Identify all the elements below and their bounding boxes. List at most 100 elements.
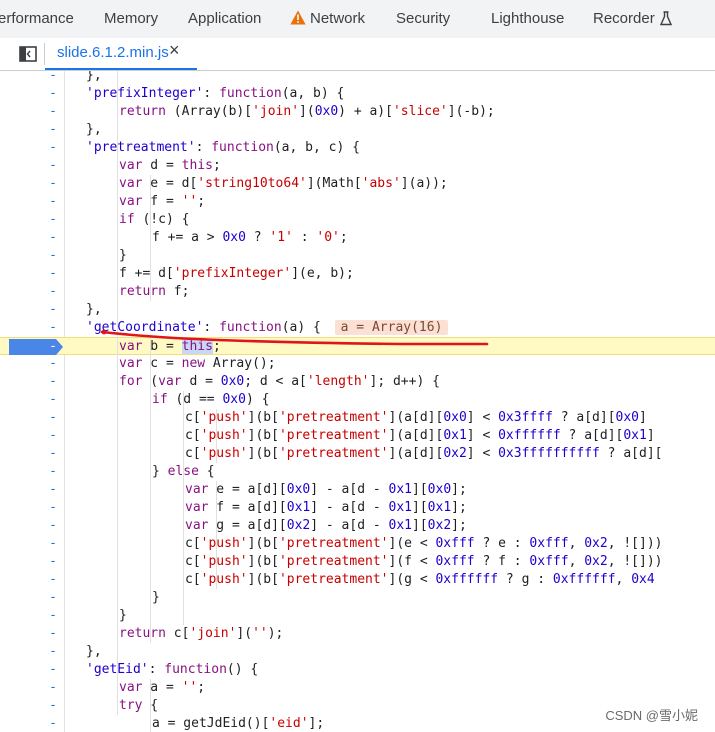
code-line[interactable]: - c['push'](b['pretreatment'](a[d][0x1] <…: [0, 427, 715, 445]
code-line[interactable]: - return c['join']('');: [0, 625, 715, 643]
code-text: 'getCoordinate': function(a) { a = Array…: [86, 319, 449, 337]
devtools-tab-bar: erformance Memory Application Network Se…: [0, 0, 715, 39]
code-text: var e = d['string10to64'](Math['abs'](a)…: [119, 176, 448, 191]
code-text: c['push'](b['pretreatment'](g < 0xffffff…: [185, 572, 655, 587]
line-number[interactable]: -: [48, 481, 58, 499]
line-number[interactable]: -: [48, 265, 58, 283]
code-text: var d = this;: [119, 158, 221, 173]
code-line[interactable]: -},: [0, 121, 715, 139]
code-line[interactable]: - c['push'](b['pretreatment'](f < 0xfff ?…: [0, 553, 715, 571]
code-line[interactable]: - if (d == 0x0) {: [0, 391, 715, 409]
code-line[interactable]: - 'prefixInteger': function(a, b) {: [0, 85, 715, 103]
code-line[interactable]: - for (var d = 0x0; d < a['length']; d++)…: [0, 373, 715, 391]
code-line[interactable]: - c['push'](b['pretreatment'](a[d][0x2] <…: [0, 445, 715, 463]
tab-memory[interactable]: Memory: [104, 0, 158, 38]
line-number[interactable]: -: [48, 625, 58, 643]
code-text: c['push'](b['pretreatment'](a[d][0x0] < …: [185, 410, 647, 425]
line-number[interactable]: -: [48, 301, 58, 319]
code-text: var a = '';: [119, 680, 206, 695]
code-line[interactable]: -}: [0, 589, 715, 607]
line-number[interactable]: -: [48, 391, 58, 409]
close-icon[interactable]: ×: [169, 40, 180, 61]
code-text: },: [86, 71, 102, 83]
code-text: }: [119, 608, 127, 623]
code-line[interactable]: - 'getCoordinate': function(a) { a = Arra…: [0, 319, 715, 337]
code-line[interactable]: -} else {: [0, 463, 715, 481]
code-line[interactable]: - c['push'](b['pretreatment'](e < 0xfff ?…: [0, 535, 715, 553]
code-text: try {: [119, 698, 159, 713]
tab-network-label: Network: [310, 10, 366, 27]
line-number[interactable]: -: [48, 211, 58, 229]
toggle-navigator-icon[interactable]: [19, 46, 37, 62]
line-number[interactable]: -: [48, 715, 58, 732]
tab-application[interactable]: Application: [188, 0, 261, 38]
line-number[interactable]: -: [48, 607, 58, 625]
line-number[interactable]: -: [48, 338, 58, 356]
line-number[interactable]: -: [48, 157, 58, 175]
code-text: if (!c) {: [119, 212, 190, 227]
line-number[interactable]: -: [48, 517, 58, 535]
warning-icon: [290, 10, 306, 25]
line-number[interactable]: -: [48, 247, 58, 265]
line-number[interactable]: -: [48, 283, 58, 301]
code-line[interactable]: - f += d['prefixInteger'](e, b);: [0, 265, 715, 283]
indent-guide: [150, 679, 151, 732]
line-number[interactable]: -: [48, 355, 58, 373]
code-line[interactable]: - var a = '';: [0, 679, 715, 697]
code-line[interactable]: -}: [0, 247, 715, 265]
code-line[interactable]: - 'getEid': function() {: [0, 661, 715, 679]
code-line[interactable]: - if (!c) {: [0, 211, 715, 229]
tab-performance[interactable]: erformance: [0, 0, 74, 38]
line-number[interactable]: -: [48, 71, 58, 85]
line-number[interactable]: -: [48, 139, 58, 157]
line-number[interactable]: -: [48, 535, 58, 553]
line-number[interactable]: -: [48, 319, 58, 337]
line-number[interactable]: -: [48, 679, 58, 697]
line-number[interactable]: -: [48, 85, 58, 103]
code-line[interactable]: - c['push'](b['pretreatment'](a[d][0x0] <…: [0, 409, 715, 427]
code-line[interactable]: - var e = d['string10to64'](Math['abs'](a…: [0, 175, 715, 193]
tab-network[interactable]: Network: [290, 0, 365, 38]
line-number[interactable]: -: [48, 427, 58, 445]
line-number[interactable]: -: [48, 661, 58, 679]
code-line[interactable]: - var f = '';: [0, 193, 715, 211]
tab-recorder[interactable]: Recorder: [593, 0, 672, 38]
code-line[interactable]: -},: [0, 301, 715, 319]
code-line[interactable]: - f += a > 0x0 ? '1' : '0';: [0, 229, 715, 247]
line-number[interactable]: -: [48, 499, 58, 517]
line-number[interactable]: -: [48, 643, 58, 661]
line-number[interactable]: -: [48, 697, 58, 715]
code-line[interactable]: - var c = new Array();: [0, 355, 715, 373]
line-number[interactable]: -: [48, 193, 58, 211]
paused-code-line[interactable]: - var b = this;: [0, 337, 715, 355]
file-tab[interactable]: slide.6.1.2.min.js ×: [45, 38, 197, 70]
code-line[interactable]: - var g = a[d][0x2] - a[d - 0x1][0x2];: [0, 517, 715, 535]
line-number[interactable]: -: [48, 445, 58, 463]
line-number[interactable]: -: [48, 409, 58, 427]
flask-icon: [659, 11, 672, 26]
line-number[interactable]: -: [48, 373, 58, 391]
code-text: var c = new Array();: [119, 356, 276, 371]
line-number[interactable]: -: [48, 553, 58, 571]
tab-security[interactable]: Security: [396, 0, 450, 38]
code-line[interactable]: -},: [0, 643, 715, 661]
code-line[interactable]: - var f = a[d][0x1] - a[d - 0x1][0x1];: [0, 499, 715, 517]
code-line[interactable]: -}: [0, 607, 715, 625]
line-number[interactable]: -: [48, 121, 58, 139]
line-number[interactable]: -: [48, 175, 58, 193]
code-line[interactable]: -},: [0, 71, 715, 85]
tab-lighthouse[interactable]: Lighthouse: [491, 0, 564, 38]
line-number[interactable]: -: [48, 589, 58, 607]
code-line[interactable]: - return f;: [0, 283, 715, 301]
code-line[interactable]: - var e = a[d][0x0] - a[d - 0x1][0x0];: [0, 481, 715, 499]
code-line[interactable]: - return (Array(b)['join'](0x0) + a)['sli…: [0, 103, 715, 121]
line-number[interactable]: -: [48, 229, 58, 247]
code-line[interactable]: - c['push'](b['pretreatment'](g < 0xfffff…: [0, 571, 715, 589]
line-number[interactable]: -: [48, 571, 58, 589]
code-line[interactable]: - var d = this;: [0, 157, 715, 175]
code-editor[interactable]: -}, -'prefixInteger': function(a, b) {- re…: [0, 71, 715, 732]
line-number[interactable]: -: [48, 103, 58, 121]
line-number[interactable]: -: [48, 463, 58, 481]
code-line[interactable]: - 'pretreatment': function(a, b, c) {: [0, 139, 715, 157]
code-text: var e = a[d][0x0] - a[d - 0x1][0x0];: [185, 482, 467, 497]
